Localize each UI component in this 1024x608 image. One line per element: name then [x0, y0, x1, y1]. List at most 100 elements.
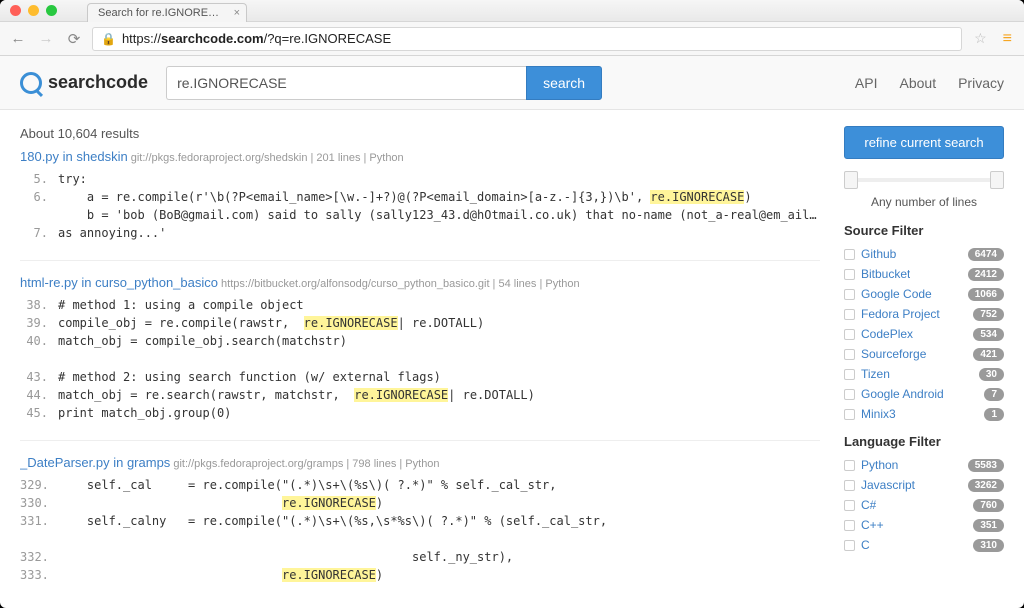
code-line: 44.match_obj = re.search(rawstr, matchst…	[20, 386, 820, 404]
filter-label: Github	[861, 247, 896, 261]
back-icon[interactable]: ←	[8, 29, 28, 49]
line-number: 333.	[20, 566, 58, 584]
code-line: 7.as annoying...'	[20, 224, 820, 242]
line-number: 332.	[20, 548, 58, 566]
source-filter-item[interactable]: Sourceforge 421	[844, 344, 1004, 364]
source-filter-item[interactable]: Fedora Project752	[844, 304, 1004, 324]
highlight: re.IGNORECASE	[304, 316, 398, 330]
checkbox-icon[interactable]	[844, 409, 855, 420]
language-filter-item[interactable]: C++351	[844, 515, 1004, 535]
tab-title: Search for re.IGNORECASE	[98, 7, 238, 19]
result-title-link[interactable]: _DateParser.py in gramps	[20, 455, 170, 470]
line-text	[58, 350, 65, 368]
source-filter-item[interactable]: Google Android7	[844, 384, 1004, 404]
results-count: About 10,604 results	[20, 126, 820, 141]
source-filter-item[interactable]: Google Code1066	[844, 284, 1004, 304]
filter-label: Javascript	[861, 478, 915, 492]
line-text: try:	[58, 170, 87, 188]
source-filter-item[interactable]: Bitbucket2412	[844, 264, 1004, 284]
line-text: re.IGNORECASE)	[58, 566, 383, 584]
nav-about[interactable]: About	[900, 75, 937, 91]
filter-label: Sourceforge	[861, 347, 926, 361]
reload-icon[interactable]: ⟳	[64, 29, 84, 49]
filter-label: Tizen	[861, 367, 890, 381]
code-line: 43.# method 2: using search function (w/…	[20, 368, 820, 386]
checkbox-icon[interactable]	[844, 269, 855, 280]
nav-api[interactable]: API	[855, 75, 878, 91]
filter-count-badge: 1066	[968, 288, 1004, 301]
filter-count-badge: 6474	[968, 248, 1004, 261]
nav-privacy[interactable]: Privacy	[958, 75, 1004, 91]
checkbox-icon[interactable]	[844, 520, 855, 531]
search-button[interactable]: search	[526, 66, 602, 100]
filter-label: CodePlex	[861, 327, 913, 341]
slider-handle-min[interactable]	[844, 171, 858, 189]
source-filter-head: Source Filter	[844, 223, 1004, 238]
close-window-icon[interactable]	[10, 5, 21, 16]
result-title-link[interactable]: 180.py in shedskin	[20, 149, 128, 164]
slider-handle-max[interactable]	[990, 171, 1004, 189]
filter-count-badge: 351	[973, 519, 1004, 532]
checkbox-icon[interactable]	[844, 329, 855, 340]
code-line: 331. self._calny = re.compile("(.*)\s+\(…	[20, 512, 820, 530]
checkbox-icon[interactable]	[844, 249, 855, 260]
language-filter-item[interactable]: Javascript3262	[844, 475, 1004, 495]
address-bar[interactable]: 🔒 https://searchcode.com/?q=re.IGNORECAS…	[92, 27, 962, 51]
code-line	[20, 350, 820, 368]
checkbox-icon[interactable]	[844, 309, 855, 320]
checkbox-icon[interactable]	[844, 289, 855, 300]
checkbox-icon[interactable]	[844, 500, 855, 511]
line-text: re.IGNORECASE)	[58, 494, 383, 512]
checkbox-icon[interactable]	[844, 480, 855, 491]
filter-label: Bitbucket	[861, 267, 910, 281]
refine-search-button[interactable]: refine current search	[844, 126, 1004, 159]
code-line	[20, 530, 820, 548]
forward-icon[interactable]: →	[36, 29, 56, 49]
language-filter-item[interactable]: Python5583	[844, 455, 1004, 475]
checkbox-icon[interactable]	[844, 369, 855, 380]
slider-track	[844, 178, 1004, 182]
slider-label: Any number of lines	[844, 195, 1004, 209]
filter-count-badge: 421	[973, 348, 1004, 361]
menu-icon[interactable]: ≡	[999, 30, 1016, 48]
line-number: 38.	[20, 296, 58, 314]
checkbox-icon[interactable]	[844, 349, 855, 360]
source-filter-item[interactable]: Github 6474	[844, 244, 1004, 264]
code-line: 330. re.IGNORECASE)	[20, 494, 820, 512]
code-line: 5.try:	[20, 170, 820, 188]
maximize-window-icon[interactable]	[46, 5, 57, 16]
bookmark-icon[interactable]: ☆	[970, 30, 991, 47]
source-filter-item[interactable]: Minix31	[844, 404, 1004, 424]
result-title-link[interactable]: html-re.py in curso_python_basico	[20, 275, 218, 290]
filter-count-badge: 310	[973, 539, 1004, 552]
language-filter-item[interactable]: C310	[844, 535, 1004, 555]
checkbox-icon[interactable]	[844, 540, 855, 551]
lines-slider[interactable]	[844, 171, 1004, 189]
source-filter-item[interactable]: Tizen30	[844, 364, 1004, 384]
code-line: 40.match_obj = compile_obj.search(matchs…	[20, 332, 820, 350]
line-number: 45.	[20, 404, 58, 422]
source-filter-item[interactable]: CodePlex534	[844, 324, 1004, 344]
filter-label: C#	[861, 498, 876, 512]
url-text: https://searchcode.com/?q=re.IGNORECASE	[122, 31, 391, 46]
browser-tab[interactable]: Search for re.IGNORECASE ×	[87, 3, 247, 22]
window-controls	[0, 5, 67, 16]
search-input[interactable]	[166, 66, 526, 100]
address-row: ← → ⟳ 🔒 https://searchcode.com/?q=re.IGN…	[0, 22, 1024, 56]
highlight: re.IGNORECASE	[354, 388, 448, 402]
brand-logo[interactable]: searchcode	[20, 72, 148, 94]
line-number: 331.	[20, 512, 58, 530]
result-item: _DateParser.py in gramps git://pkgs.fedo…	[20, 455, 820, 584]
result-item: html-re.py in curso_python_basico https:…	[20, 275, 820, 422]
highlight: re.IGNORECASE	[650, 190, 744, 204]
checkbox-icon[interactable]	[844, 389, 855, 400]
tab-close-icon[interactable]: ×	[234, 7, 240, 19]
result-meta: git://pkgs.fedoraproject.org/shedskin | …	[128, 152, 404, 164]
line-text: # method 1: using a compile object	[58, 296, 304, 314]
minimize-window-icon[interactable]	[28, 5, 39, 16]
language-filter-item[interactable]: C#760	[844, 495, 1004, 515]
filter-label: Python	[861, 458, 898, 472]
checkbox-icon[interactable]	[844, 460, 855, 471]
browser-window: Search for re.IGNORECASE × ← → ⟳ 🔒 https…	[0, 0, 1024, 608]
line-number	[20, 206, 58, 224]
